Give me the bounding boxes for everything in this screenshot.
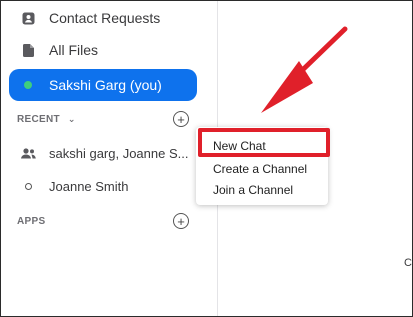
group-icon [20,147,36,159]
menu-item-create-channel[interactable]: Create a Channel [213,162,307,176]
recent-label: RECENT [17,114,60,125]
annotation-highlight-box [198,128,330,157]
file-icon [20,43,36,57]
add-recent-button[interactable]: + [173,111,189,127]
add-app-button[interactable]: + [173,213,189,229]
sidebar: Contact Requests All Files Sakshi Garg (… [1,1,218,316]
status-ring-icon [20,182,36,190]
chat-item-label: sakshi garg, Joanne S... [49,145,189,161]
contact-requests-icon [20,12,36,25]
sidebar-item-label: Sakshi Garg (you) [49,77,162,93]
recent-section-header[interactable]: RECENT ⌄ [17,114,76,125]
sidebar-item-contact-requests[interactable]: Contact Requests [9,2,197,34]
apps-section-header[interactable]: APPS [17,216,45,227]
chat-item-label: Joanne Smith [49,178,129,194]
menu-item-join-channel[interactable]: Join a Channel [213,183,293,197]
app-window: Contact Requests All Files Sakshi Garg (… [0,0,413,317]
presence-dot-icon [20,81,36,89]
plus-icon: + [177,111,185,127]
sidebar-item-all-files[interactable]: All Files [9,34,197,66]
chat-item-joanne-smith[interactable]: Joanne Smith [9,173,189,199]
chevron-down-icon: ⌄ [67,114,76,124]
apps-label: APPS [17,216,46,227]
sidebar-item-self[interactable]: Sakshi Garg (you) [9,69,197,101]
sidebar-item-label: Contact Requests [49,10,161,26]
sidebar-item-label: All Files [49,42,99,58]
chat-item-group[interactable]: sakshi garg, Joanne S... [9,140,189,166]
plus-icon: + [177,213,185,229]
main-edge-text: C [404,257,412,269]
